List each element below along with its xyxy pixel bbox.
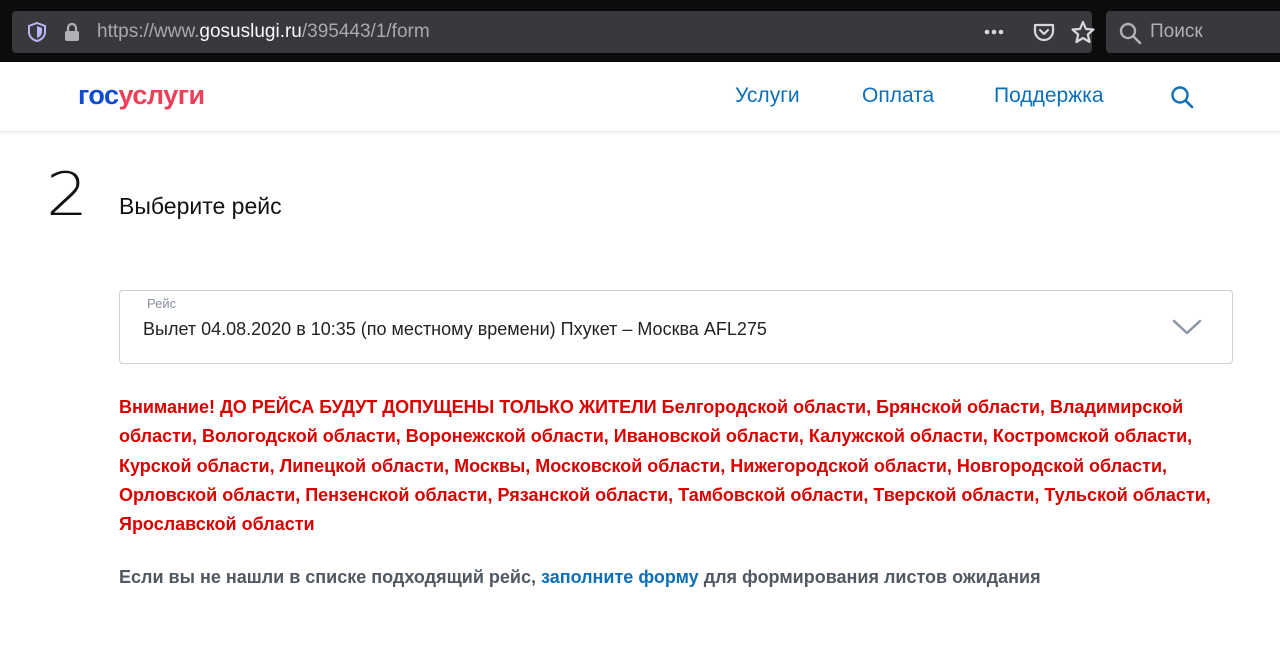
address-bar[interactable]: https://www.gosuslugi.ru/395443/1/form xyxy=(12,11,1095,53)
tracking-protection-shield-icon[interactable] xyxy=(26,21,48,43)
logo-gos-text: гос xyxy=(78,80,119,110)
nav-support-link[interactable]: Поддержка xyxy=(994,84,1104,108)
pocket-icon[interactable] xyxy=(1032,21,1056,43)
lock-icon[interactable] xyxy=(62,22,82,42)
page-actions-dots-icon[interactable] xyxy=(982,21,1006,43)
residency-warning: Внимание! ДО РЕЙСА БУДУТ ДОПУЩЕНЫ ТОЛЬКО… xyxy=(119,397,1211,535)
flight-select-label: Рейс xyxy=(147,296,177,311)
flight-select[interactable]: Рейс Вылет 04.08.2020 в 10:35 (по местно… xyxy=(119,290,1233,364)
nav-services-link[interactable]: Услуги xyxy=(735,84,800,108)
url-host: gosuslugi.ru xyxy=(199,21,302,42)
waitlist-note: Если вы не нашли в списке подходящий рей… xyxy=(119,567,1041,588)
step-title: Выберите рейс xyxy=(119,193,282,219)
search-placeholder: Поиск xyxy=(1150,21,1203,42)
url-prefix: https://www. xyxy=(97,21,200,42)
bookmark-star-icon[interactable] xyxy=(1070,20,1096,44)
waitlist-note-before: Если вы не нашли в списке подходящий рей… xyxy=(119,567,541,587)
browser-search-bar[interactable]: Поиск xyxy=(1106,11,1280,53)
flight-select-value: Вылет 04.08.2020 в 10:35 (по местному вр… xyxy=(143,319,767,339)
step-number: 2 xyxy=(46,160,89,230)
logo-uslugi-text: услуги xyxy=(118,80,206,110)
chevron-down-icon[interactable] xyxy=(1172,317,1202,337)
browser-toolbar: https://www.gosuslugi.ru/395443/1/form П… xyxy=(0,0,1280,62)
site-header: госуслуги Услуги Оплата Поддержка xyxy=(0,62,1280,132)
gosuslugi-logo[interactable]: госуслуги xyxy=(78,80,205,111)
url-path: /395443/1/form xyxy=(301,21,430,42)
waitlist-note-after: для формирования листов ожидания xyxy=(698,567,1041,587)
search-icon xyxy=(1119,22,1142,45)
url-text[interactable]: https://www.gosuslugi.ru/395443/1/form xyxy=(97,21,430,43)
fill-form-link[interactable]: заполните форму xyxy=(541,567,699,587)
nav-payment-link[interactable]: Оплата xyxy=(862,84,934,108)
search-icon[interactable] xyxy=(1169,84,1195,110)
